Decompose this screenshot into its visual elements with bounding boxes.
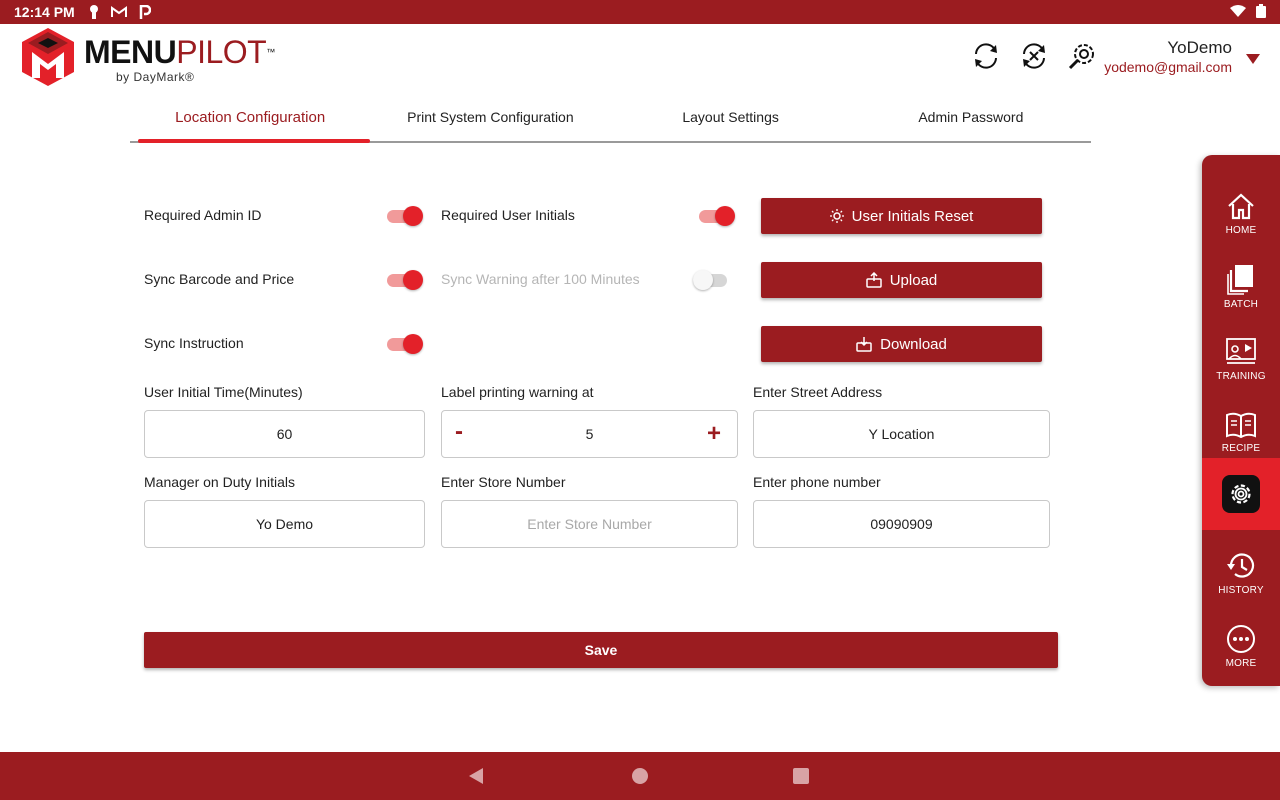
user-menu[interactable]: YoDemo yodemo@gmail.com (1104, 38, 1232, 75)
tab-admin-password[interactable]: Admin Password (851, 100, 1091, 141)
nav-home[interactable]: HOME (1202, 177, 1280, 249)
label-printing-warning-stepper: 5 (441, 410, 738, 458)
user-email: yodemo@gmail.com (1104, 59, 1232, 75)
recipe-icon (1226, 412, 1256, 438)
home-icon (1228, 193, 1254, 219)
brand-menu: MENU (84, 34, 177, 70)
settings-icon (1231, 484, 1251, 504)
street-address-input[interactable]: Y Location (753, 410, 1050, 458)
sync-warning-toggle[interactable] (693, 269, 729, 291)
download-icon (856, 336, 872, 352)
logo-mark-icon (22, 28, 74, 86)
required-user-initials-label: Required User Initials (441, 207, 575, 223)
settings-tabs: Location Configuration Print System Conf… (130, 100, 1091, 143)
required-admin-id-toggle[interactable] (387, 205, 423, 227)
back-icon[interactable] (469, 768, 483, 784)
required-user-initials-toggle[interactable] (699, 205, 735, 227)
tools-settings-icon[interactable] (1064, 38, 1100, 74)
upload-button[interactable]: Upload (761, 262, 1042, 298)
status-bar: 12:14 PM (0, 0, 1280, 24)
wifi-icon (1230, 4, 1246, 20)
side-nav: HOME BATCH TRAINING RECIPE HISTORY MORE (1202, 155, 1280, 686)
home-circle-icon[interactable] (632, 768, 648, 784)
store-number-input[interactable]: Enter Store Number (441, 500, 738, 548)
sync-barcode-price-label: Sync Barcode and Price (144, 271, 295, 287)
user-initial-time-label: User Initial Time(Minutes) (144, 384, 303, 400)
user-initials-reset-label: User Initials Reset (851, 207, 974, 225)
required-admin-id-label: Required Admin ID (144, 207, 262, 223)
more-icon (1227, 624, 1255, 653)
nav-training-label: TRAINING (1216, 370, 1266, 382)
store-number-label: Enter Store Number (441, 474, 566, 490)
save-button[interactable]: Save (144, 632, 1058, 668)
nav-history[interactable]: HISTORY (1202, 537, 1280, 609)
nav-batch[interactable]: BATCH (1202, 250, 1280, 322)
tab-layout-settings[interactable]: Layout Settings (611, 100, 851, 141)
upload-icon (865, 272, 882, 288)
sync-barcode-price-toggle[interactable] (387, 269, 423, 291)
recents-icon[interactable] (793, 768, 809, 784)
nav-settings[interactable] (1202, 458, 1280, 530)
download-button[interactable]: Download (761, 326, 1042, 362)
download-label: Download (880, 335, 947, 353)
nav-batch-label: BATCH (1223, 298, 1259, 310)
sync-cancel-icon[interactable] (1016, 38, 1052, 74)
user-initials-reset-button[interactable]: User Initials Reset (761, 198, 1042, 234)
parking-icon (139, 5, 151, 19)
nav-recipe-label: RECIPE (1221, 442, 1261, 454)
manager-initials-input[interactable]: Yo Demo (144, 500, 425, 548)
history-icon (1227, 552, 1255, 578)
app-header: MENUPILOT™ by DayMark® YoDemo yodemo@gma… (0, 24, 1280, 94)
sync-instruction-label: Sync Instruction (144, 335, 244, 351)
nav-history-label: HISTORY (1218, 584, 1264, 596)
system-nav-bar (0, 752, 1280, 800)
sync-instruction-toggle[interactable] (387, 333, 423, 355)
screen: 12:14 PM MENUPILOT™ by DayMark® YoDemo y… (0, 0, 1280, 800)
gmail-icon (110, 6, 127, 18)
keyhole-icon (89, 5, 99, 19)
status-time: 12:14 PM (14, 4, 75, 20)
street-address-label: Enter Street Address (753, 384, 883, 400)
increment-button[interactable]: + (707, 420, 721, 448)
tab-print-system-configuration[interactable]: Print System Configuration (370, 100, 610, 141)
upload-label: Upload (889, 271, 938, 289)
phone-number-input[interactable]: 09090909 (753, 500, 1050, 548)
menupilot-logo[interactable]: MENUPILOT™ by DayMark® (20, 26, 275, 88)
label-printing-warning-value[interactable]: 5 (586, 426, 594, 442)
training-icon (1226, 337, 1256, 364)
decrement-button[interactable]: - (455, 418, 463, 446)
user-initial-time-input[interactable]: 60 (144, 410, 425, 458)
sun-icon (829, 209, 844, 223)
manager-initials-label: Manager on Duty Initials (144, 474, 295, 490)
tab-location-configuration[interactable]: Location Configuration (130, 100, 371, 143)
settings-icon-box (1222, 475, 1260, 513)
user-name: YoDemo (1167, 38, 1232, 57)
battery-icon (1256, 3, 1266, 21)
nav-training[interactable]: TRAINING (1202, 323, 1280, 395)
batch-icon (1227, 264, 1253, 295)
sync-warning-label: Sync Warning after 100 Minutes (441, 271, 640, 287)
nav-home-label: HOME (1225, 224, 1257, 236)
brand-pilot: PILOT (176, 34, 267, 70)
phone-number-label: Enter phone number (753, 474, 881, 490)
brand-tm: ™ (266, 47, 275, 57)
chevron-down-icon[interactable] (1246, 54, 1260, 64)
nav-more-label: MORE (1225, 657, 1257, 669)
sync-icon[interactable] (968, 38, 1004, 74)
nav-more[interactable]: MORE (1202, 610, 1280, 682)
label-printing-warning-label: Label printing warning at (441, 384, 594, 400)
brand-by: by DayMark® (116, 70, 195, 84)
